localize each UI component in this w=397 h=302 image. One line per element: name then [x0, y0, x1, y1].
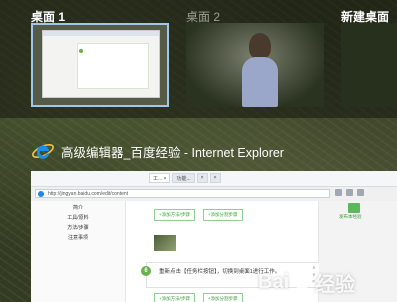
ie-favicon-icon	[38, 191, 44, 197]
desktop-1[interactable]: 桌面 1	[31, 8, 65, 24]
step-number: 6	[141, 266, 151, 276]
address-text: http://jingyan.baidu.com/edit/content	[48, 191, 129, 197]
address-bar[interactable]: http://jingyan.baidu.com/edit/content	[35, 189, 330, 198]
side-nav-item[interactable]: 方法/步骤	[65, 223, 91, 233]
internet-explorer-icon	[31, 139, 55, 163]
desktop-1-label: 桌面 1	[31, 10, 66, 24]
desktop-1-window-preview	[42, 30, 160, 98]
new-desktop-thumbnail[interactable]	[341, 23, 397, 107]
browser-tab[interactable]: 工... ×	[149, 173, 171, 183]
desktop-1-thumbnail[interactable]	[31, 23, 169, 107]
desktop-2-thumbnail[interactable]	[186, 23, 324, 107]
side-nav-item[interactable]: 注意事项	[65, 233, 91, 243]
publish-label[interactable]: 发布本经验	[339, 214, 362, 220]
side-nav-item[interactable]: 工具/原料	[65, 213, 91, 223]
wallpaper-figure	[249, 33, 271, 59]
add-divider-button[interactable]: +添加分割步骤	[202, 209, 243, 221]
window-title: 高级编辑器_百度经验 - Internet Explorer	[61, 145, 284, 160]
paw-icon	[293, 274, 311, 291]
new-desktop[interactable]: 新建桌面	[341, 8, 389, 24]
browser-tab[interactable]: 功能...	[172, 173, 195, 183]
window-caption[interactable]: 高级编辑器_百度经验 - Internet Explorer	[31, 136, 284, 166]
add-divider-button[interactable]: +添加分割步骤	[202, 293, 243, 302]
desktop-2-label: 桌面 2	[186, 10, 221, 24]
step-button-row: +添加方法/步骤 +添加分割步骤	[154, 209, 251, 221]
step-image	[154, 235, 176, 251]
add-step-button[interactable]: +添加方法/步骤	[154, 293, 195, 302]
browser-tab[interactable]: ×	[196, 173, 208, 183]
add-step-button[interactable]: +添加方法/步骤	[154, 209, 195, 221]
watermark-text-right: 经验	[315, 274, 356, 296]
publish-icon[interactable]	[348, 203, 360, 213]
desktop-2[interactable]: 桌面 2	[186, 8, 220, 24]
new-desktop-label: 新建桌面	[341, 10, 390, 24]
home-icon[interactable]	[335, 189, 342, 196]
side-nav-item[interactable]: 简介	[65, 203, 91, 213]
step-button-row-bottom: +添加方法/步骤 +添加分割步骤	[154, 293, 251, 302]
browser-toolbar	[335, 189, 368, 196]
browser-tab-bar: 工... × 功能... × ×	[31, 171, 397, 187]
watermark-text-left: Bai	[258, 271, 290, 293]
browser-tab[interactable]: ×	[209, 173, 221, 183]
favorites-icon[interactable]	[346, 189, 353, 196]
baidu-watermark: Bai 经验	[258, 268, 355, 297]
editor-side-nav: 简介 工具/原料 方法/步骤 注意事项	[65, 203, 91, 243]
settings-icon[interactable]	[357, 189, 364, 196]
